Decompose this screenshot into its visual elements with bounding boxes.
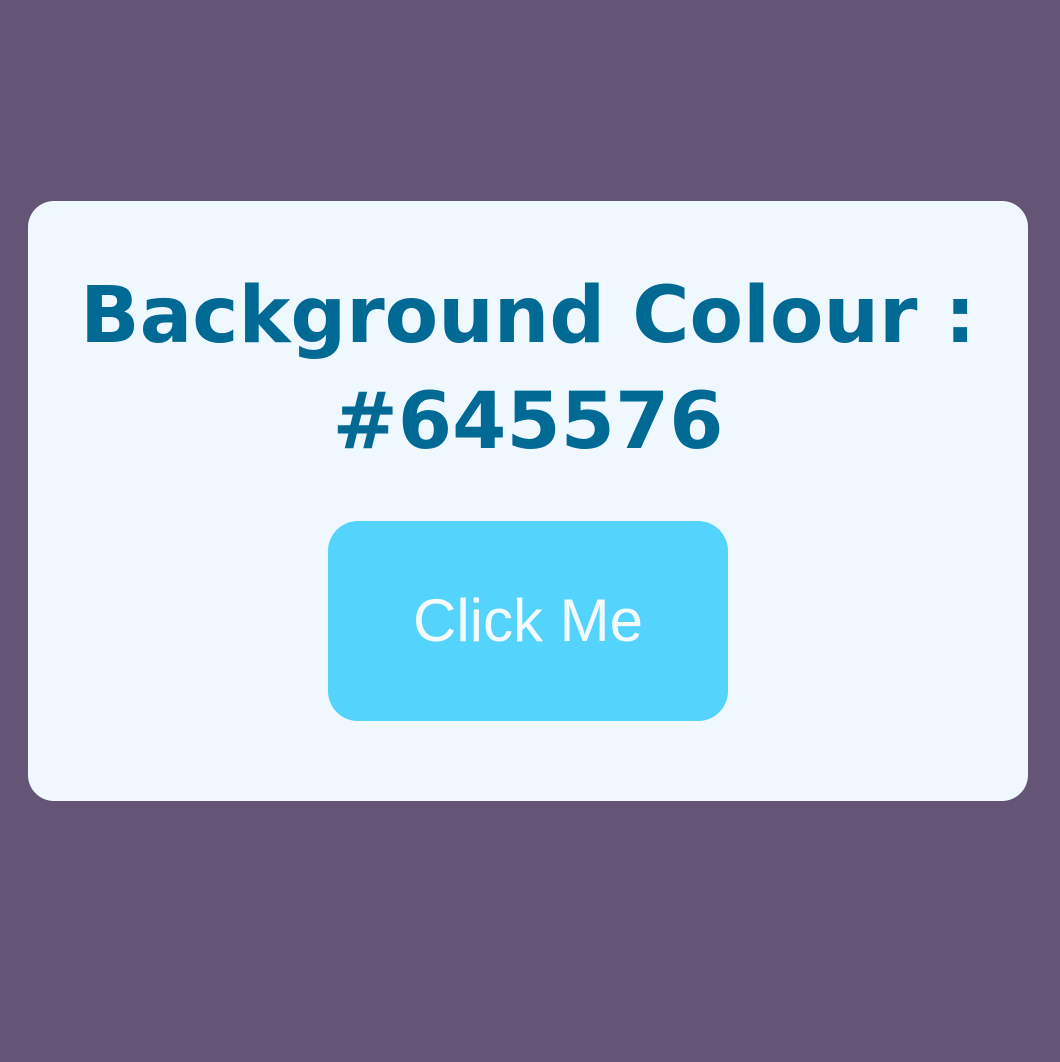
heading-label: Background Colour : [80, 271, 976, 361]
click-me-button[interactable]: Click Me [328, 521, 728, 721]
heading-hex-value: #645576 [332, 377, 724, 467]
page: { "page": { "background_color": "#645576… [0, 0, 1060, 1062]
color-card: Background Colour : #645576 Click Me [28, 201, 1028, 801]
background-colour-heading: Background Colour : #645576 [28, 263, 1028, 475]
